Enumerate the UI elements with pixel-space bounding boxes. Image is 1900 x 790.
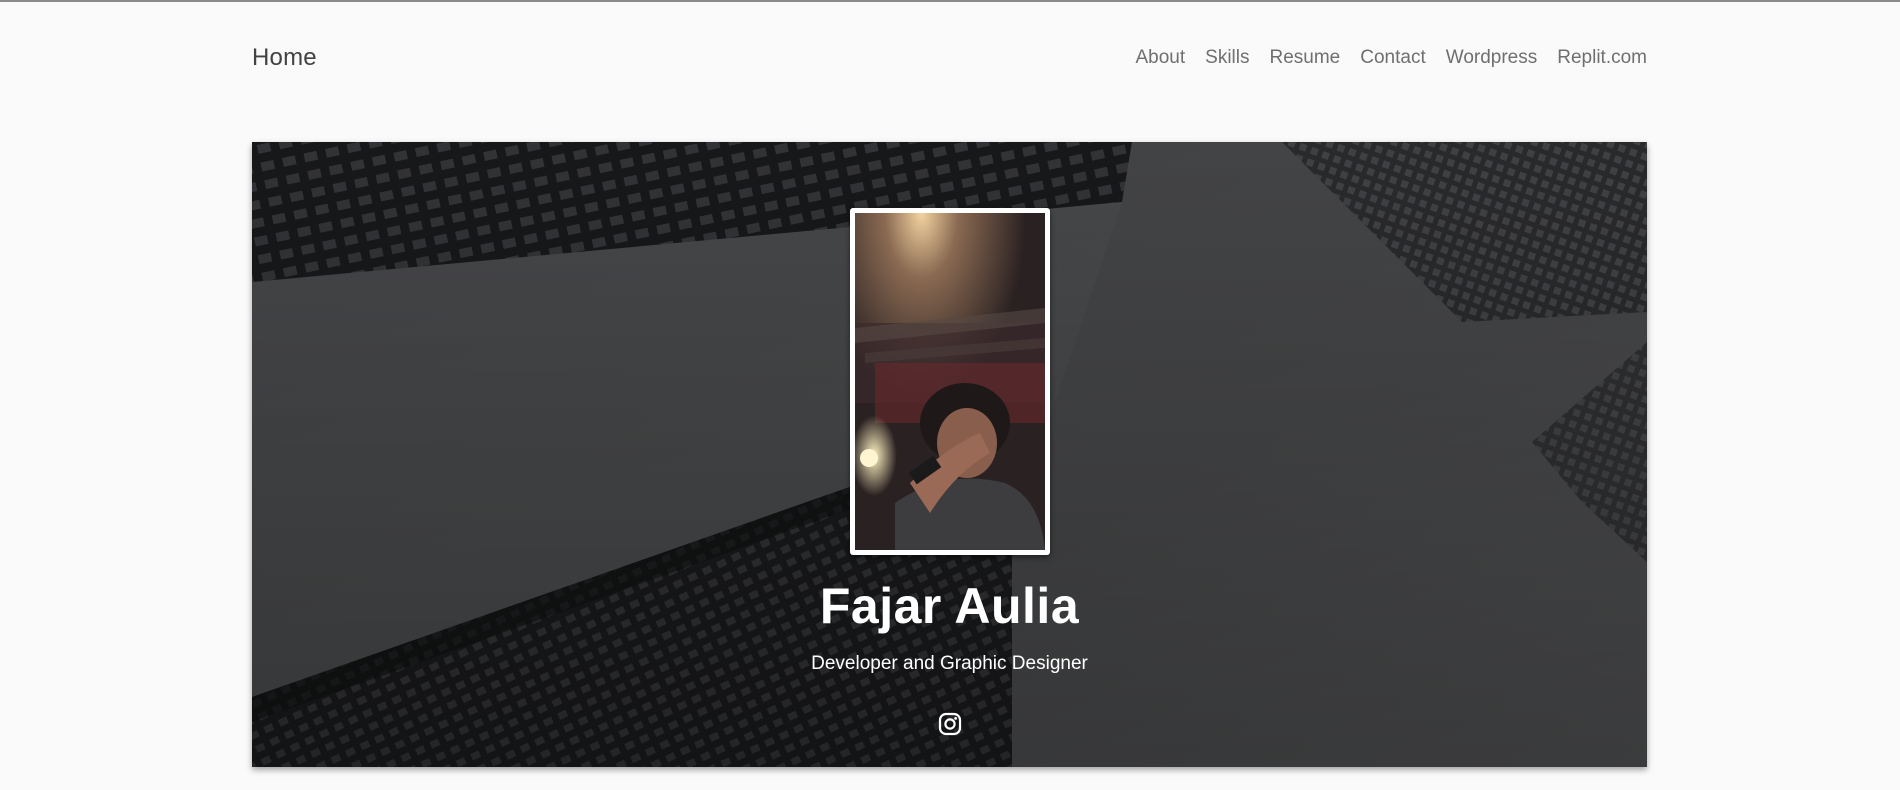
nav-link-about[interactable]: About (1136, 47, 1186, 69)
instagram-link[interactable] (936, 710, 964, 738)
nav-link-wordpress[interactable]: Wordpress (1446, 47, 1538, 69)
nav-link-replit[interactable]: Replit.com (1557, 47, 1647, 69)
profile-photo-frame (850, 208, 1050, 555)
nav-link-resume[interactable]: Resume (1270, 47, 1341, 69)
navbar: Home About Skills Resume Contact Wordpre… (252, 38, 1647, 78)
nav-link-skills[interactable]: Skills (1205, 47, 1249, 69)
profile-photo (855, 213, 1045, 550)
hero-section: Fajar Aulia Developer and Graphic Design… (252, 142, 1647, 767)
profile-subtitle: Developer and Graphic Designer (811, 653, 1088, 674)
profile-name: Fajar Aulia (819, 578, 1080, 634)
brand-home-link[interactable]: Home (252, 44, 317, 72)
nav-links: About Skills Resume Contact Wordpress Re… (1136, 47, 1648, 69)
instagram-icon (938, 712, 962, 736)
nav-link-contact[interactable]: Contact (1360, 47, 1425, 69)
top-border (0, 0, 1900, 2)
